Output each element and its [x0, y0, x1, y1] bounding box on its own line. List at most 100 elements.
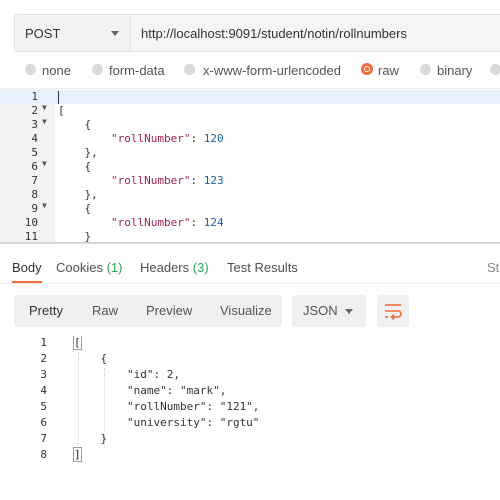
code-text: }, [84, 188, 98, 201]
pane-resize-divider[interactable] [0, 242, 500, 244]
headers-count-badge: (3) [192, 260, 209, 275]
line-number: 7 [40, 432, 47, 445]
url-text: http://localhost:9091/student/notin/roll… [141, 26, 407, 41]
raw-button[interactable]: Raw [92, 303, 118, 318]
tab-headers[interactable]: Headers (3) [140, 260, 209, 275]
code-line: 9 ▼ { [0, 201, 500, 216]
line-number: 7 [31, 174, 38, 187]
code-text: { [84, 202, 92, 215]
cookies-count-badge: (1) [106, 260, 123, 275]
chevron-down-icon [111, 31, 119, 36]
line-number: 1 [40, 336, 47, 349]
radio-none-label: none [42, 63, 71, 78]
code-line: 5 }, [0, 146, 500, 160]
fold-arrow-icon[interactable]: ▼ [42, 159, 47, 168]
line-number: 9 [31, 202, 38, 215]
chevron-down-icon [345, 309, 353, 314]
line-number: 6 [31, 160, 38, 173]
line-number: 8 [40, 448, 47, 461]
code-text: "rollNumber": 123 [110, 174, 224, 187]
tab-body[interactable]: Body [12, 260, 42, 275]
radio-form-data-label: form-data [109, 63, 165, 78]
tab-headers-label: Headers [140, 260, 190, 275]
response-line: 5 "rollNumber": "121", [0, 400, 500, 416]
code-line: 10 "rollNumber": 124 [0, 216, 500, 230]
line-number: 2 [31, 104, 38, 117]
code-text: ] [73, 447, 82, 462]
code-text: "rollNumber": 124 [110, 216, 224, 229]
radio-binary-label: binary [437, 63, 473, 78]
request-body-editor[interactable]: 1 2 ▼ [ 3 ▼ { 4 "rollNumber": 120 5 }, 6… [0, 88, 500, 243]
radio-urlencoded[interactable] [184, 64, 195, 75]
format-dropdown[interactable]: JSON [292, 295, 366, 327]
pretty-button[interactable]: Pretty [29, 303, 63, 318]
response-line: 6 "university": "rgtu" [0, 416, 500, 432]
response-line: 2 { [0, 352, 500, 368]
code-text: [ [58, 104, 65, 117]
fold-arrow-icon[interactable]: ▼ [42, 201, 47, 210]
line-number: 4 [31, 132, 38, 145]
code-text: "rollNumber": "121", [74, 400, 260, 413]
code-text: { [74, 352, 108, 365]
text-cursor [58, 91, 59, 104]
tab-cookies[interactable]: Cookies (1) [56, 260, 122, 275]
line-number: 6 [40, 416, 47, 429]
response-line: 7 } [0, 432, 500, 448]
radio-raw-label: raw [378, 63, 399, 78]
line-number: 5 [31, 146, 38, 159]
line-number: 3 [40, 368, 47, 381]
code-text: { [84, 118, 92, 131]
code-line: 4 "rollNumber": 120 [0, 132, 500, 146]
line-number: 1 [31, 90, 38, 103]
code-text: "university": "rgtu" [74, 416, 260, 429]
radio-urlencoded-label: x-www-form-urlencoded [203, 63, 341, 78]
line-number: 3 [31, 118, 38, 131]
fold-arrow-icon[interactable]: ▼ [42, 103, 47, 112]
code-line: 1 [0, 90, 500, 104]
format-label: JSON [303, 303, 338, 318]
method-label: POST [25, 26, 61, 41]
body-type-radio-group: none form-data x-www-form-urlencoded raw… [0, 60, 500, 82]
radio-binary[interactable] [420, 64, 431, 75]
view-mode-group: Pretty Raw Preview Visualize [14, 295, 282, 327]
method-dropdown[interactable]: POST [14, 14, 130, 52]
line-number: 8 [31, 188, 38, 201]
line-number: 4 [40, 384, 47, 397]
preview-button[interactable]: Preview [146, 303, 192, 318]
response-tabs: Body Cookies (1) Headers (3) Test Result… [0, 254, 500, 284]
code-line: 8 }, [0, 188, 500, 202]
radio-graphql[interactable] [490, 64, 500, 75]
code-text: } [74, 432, 108, 445]
code-line: 2 ▼ [ [0, 103, 500, 118]
line-number: 5 [40, 400, 47, 413]
code-text: [ [73, 336, 82, 350]
active-line-highlight [0, 90, 500, 104]
code-text: { [84, 160, 92, 173]
code-text: }, [84, 146, 98, 159]
line-number: 10 [24, 216, 38, 229]
code-line: 7 "rollNumber": 123 [0, 174, 500, 188]
radio-raw[interactable] [361, 63, 373, 75]
response-line: 3 "id": 2, [0, 368, 500, 384]
tab-test-results[interactable]: Test Results [227, 260, 298, 275]
fold-arrow-icon[interactable]: ▼ [42, 117, 47, 126]
status-label: Sta [487, 260, 500, 275]
url-input[interactable]: http://localhost:9091/student/notin/roll… [130, 14, 500, 52]
response-line: 4 "name": "mark", [0, 384, 500, 400]
response-body-viewer[interactable]: 1 [ 2 { 3 "id": 2, 4 "name": "mark", 5 "… [0, 336, 500, 500]
code-text: "rollNumber": 120 [110, 132, 224, 145]
code-line: 3 ▼ { [0, 117, 500, 132]
wrap-lines-icon [385, 304, 402, 321]
tab-cookies-label: Cookies [56, 260, 103, 275]
response-line: 1 [ [0, 336, 500, 352]
code-line: 6 ▼ { [0, 159, 500, 174]
wrap-lines-button[interactable] [377, 295, 409, 327]
radio-none[interactable] [25, 64, 36, 75]
tabs-divider [0, 283, 500, 284]
line-number: 2 [40, 352, 47, 365]
code-text: "id": 2, [74, 368, 180, 381]
radio-form-data[interactable] [92, 64, 103, 75]
response-line: 8 ] [0, 447, 500, 464]
visualize-button[interactable]: Visualize [220, 303, 272, 318]
code-text: "name": "mark", [74, 384, 227, 397]
